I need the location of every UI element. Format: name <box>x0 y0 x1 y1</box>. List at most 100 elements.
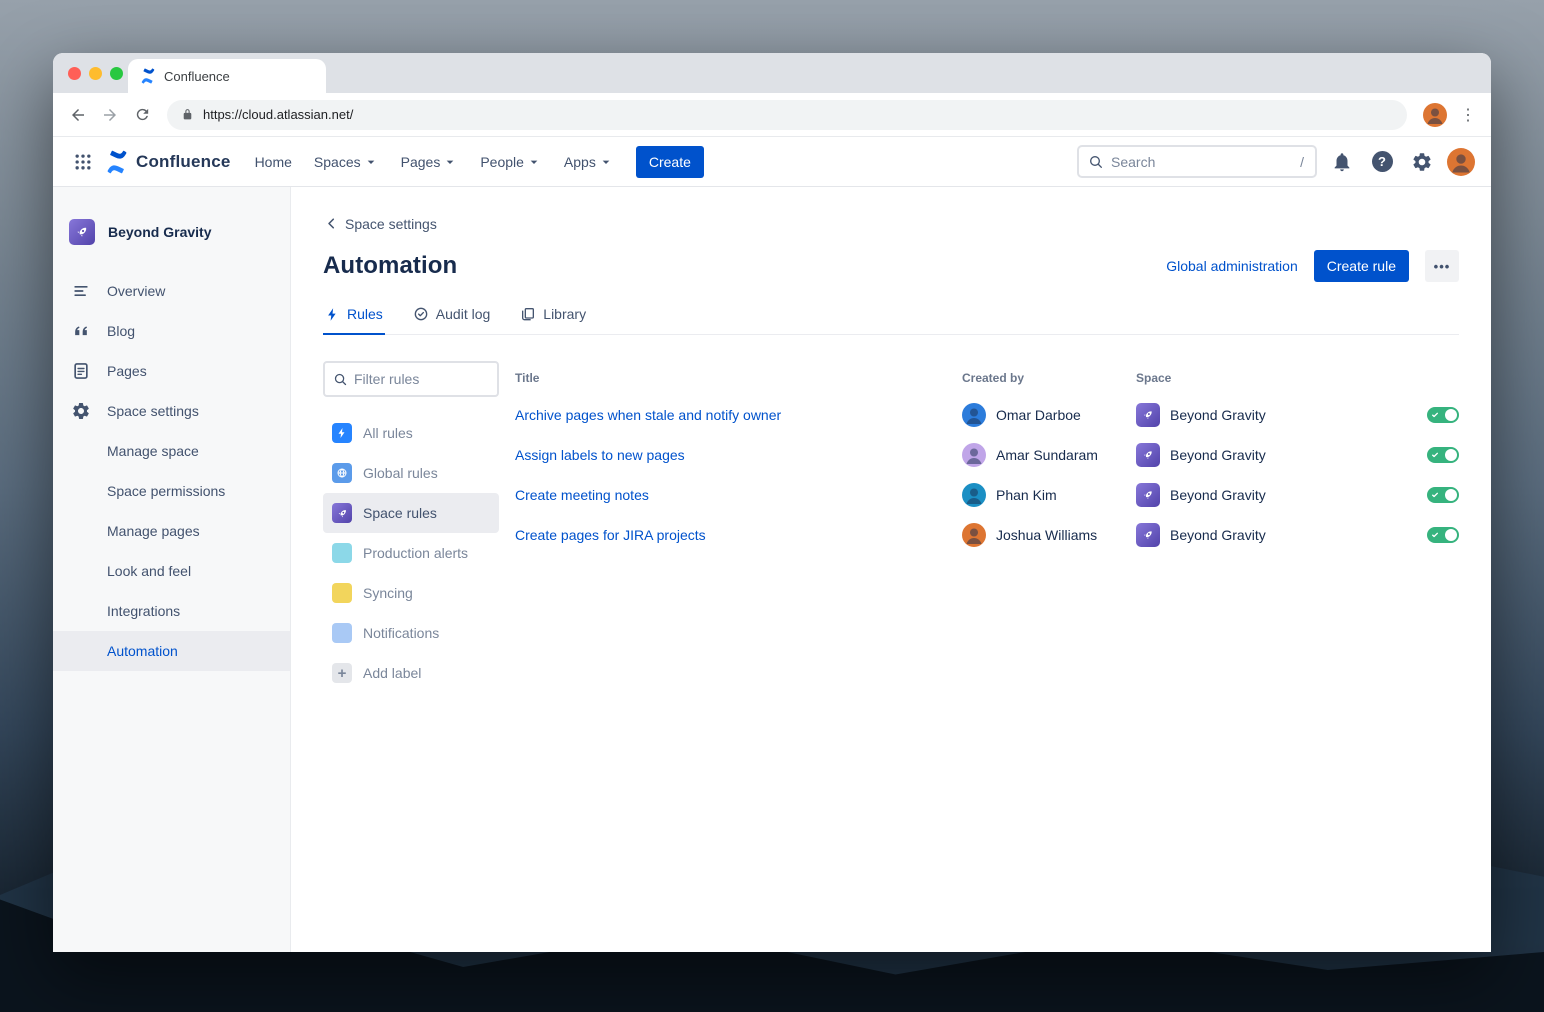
browser-profile-avatar[interactable] <box>1423 103 1447 127</box>
breadcrumb[interactable]: Space settings <box>323 215 437 232</box>
global-search[interactable]: / <box>1077 145 1317 178</box>
sidebar-item-pages[interactable]: Pages <box>53 351 290 391</box>
rule-title-link[interactable]: Assign labels to new pages <box>515 447 962 463</box>
confluence-logo[interactable]: Confluence <box>105 150 231 174</box>
table-header: Title Created by Space <box>515 361 1459 395</box>
gear-icon <box>69 401 93 421</box>
top-nav-right: / ? <box>1077 145 1475 178</box>
sidebar-item-blog[interactable]: Blog <box>53 311 290 351</box>
filter-rules-box[interactable] <box>323 361 499 397</box>
space-cell: Beyond Gravity <box>1136 443 1410 467</box>
label-all-rules[interactable]: All rules <box>323 413 499 453</box>
rule-title-link[interactable]: Create pages for JIRA projects <box>515 527 962 543</box>
user-avatar[interactable] <box>1447 148 1475 176</box>
color-swatch-icon <box>332 623 352 643</box>
browser-menu-icon[interactable]: ⋮ <box>1455 102 1481 128</box>
search-shortcut-hint: / <box>1300 154 1306 170</box>
page-header: Automation Global administration Create … <box>323 250 1459 282</box>
window-controls <box>68 67 123 80</box>
sidebar-item-space-permissions[interactable]: Space permissions <box>53 471 290 511</box>
blog-icon <box>69 321 93 341</box>
browser-window: Confluence https://cloud.atlassian.net/ … <box>53 53 1491 952</box>
rocket-icon <box>332 503 352 523</box>
space-rocket-icon <box>1136 483 1160 507</box>
sidebar-item-space-settings[interactable]: Space settings <box>53 391 290 431</box>
brand-name: Confluence <box>136 152 231 172</box>
back-button[interactable] <box>63 100 93 130</box>
browser-address-bar: https://cloud.atlassian.net/ ⋮ <box>53 93 1491 137</box>
space-cell: Beyond Gravity <box>1136 523 1410 547</box>
space-cell: Beyond Gravity <box>1136 483 1410 507</box>
avatar <box>962 403 986 427</box>
app-switcher-icon[interactable] <box>67 146 99 178</box>
search-input[interactable] <box>1111 154 1293 170</box>
rule-enabled-toggle[interactable] <box>1427 407 1459 423</box>
sidebar-item-manage-space[interactable]: Manage space <box>53 431 290 471</box>
column-title: Title <box>515 371 962 385</box>
nav-home[interactable]: Home <box>245 147 302 177</box>
close-window-button[interactable] <box>68 67 81 80</box>
globe-icon <box>332 463 352 483</box>
minimize-window-button[interactable] <box>89 67 102 80</box>
rule-enabled-toggle[interactable] <box>1427 447 1459 463</box>
rule-enabled-toggle[interactable] <box>1427 527 1459 543</box>
primary-nav: Home Spaces Pages People Apps <box>245 147 624 177</box>
table-row: Create meeting notes Phan Kim <box>515 475 1459 515</box>
rule-enabled-toggle[interactable] <box>1427 487 1459 503</box>
forward-button[interactable] <box>95 100 125 130</box>
chevron-down-icon <box>598 154 614 170</box>
label-syncing[interactable]: Syncing <box>323 573 499 613</box>
nav-spaces[interactable]: Spaces <box>304 147 389 177</box>
rule-title-link[interactable]: Archive pages when stale and notify owne… <box>515 407 962 423</box>
zoom-window-button[interactable] <box>110 67 123 80</box>
color-swatch-icon <box>332 583 352 603</box>
column-created-by: Created by <box>962 371 1136 385</box>
label-notifications[interactable]: Notifications <box>323 613 499 653</box>
sidebar-item-integrations[interactable]: Integrations <box>53 591 290 631</box>
sidebar-item-look-and-feel[interactable]: Look and feel <box>53 551 290 591</box>
lightning-icon <box>325 307 340 322</box>
main-content: Space settings Automation Global adminis… <box>291 187 1491 952</box>
add-label-button[interactable]: + Add label <box>323 653 499 693</box>
create-rule-button[interactable]: Create rule <box>1314 250 1409 282</box>
tab-audit-log[interactable]: Audit log <box>411 304 492 335</box>
space-rocket-icon <box>1136 523 1160 547</box>
sidebar-item-automation[interactable]: Automation <box>53 631 290 671</box>
check-circle-icon <box>413 306 429 322</box>
create-button[interactable]: Create <box>636 146 704 178</box>
address-bar[interactable]: https://cloud.atlassian.net/ <box>167 100 1407 130</box>
label-production-alerts[interactable]: Production alerts <box>323 533 499 573</box>
tab-rules[interactable]: Rules <box>323 304 385 335</box>
space-header[interactable]: Beyond Gravity <box>53 219 290 245</box>
nav-apps[interactable]: Apps <box>554 147 624 177</box>
filter-rules-input[interactable] <box>354 371 489 387</box>
settings-gear-icon[interactable] <box>1407 147 1437 177</box>
app-body: Beyond Gravity Overview Blog <box>53 187 1491 952</box>
reload-button[interactable] <box>127 100 157 130</box>
rule-title-link[interactable]: Create meeting notes <box>515 487 962 503</box>
column-space: Space <box>1136 371 1410 385</box>
nav-pages[interactable]: Pages <box>391 147 469 177</box>
avatar <box>962 483 986 507</box>
sidebar-item-manage-pages[interactable]: Manage pages <box>53 511 290 551</box>
nav-people[interactable]: People <box>470 147 552 177</box>
table-row: Archive pages when stale and notify owne… <box>515 395 1459 435</box>
lightning-icon <box>332 423 352 443</box>
automation-tabs: Rules Audit log Library <box>323 304 1459 335</box>
tab-library[interactable]: Library <box>518 304 588 335</box>
color-swatch-icon <box>332 543 352 563</box>
notifications-bell-icon[interactable] <box>1327 147 1357 177</box>
global-administration-link[interactable]: Global administration <box>1166 258 1298 274</box>
search-icon <box>333 372 348 387</box>
overview-icon <box>69 281 93 301</box>
plus-icon: + <box>332 663 352 683</box>
label-global-rules[interactable]: Global rules <box>323 453 499 493</box>
space-rocket-icon <box>1136 443 1160 467</box>
more-actions-button[interactable]: ••• <box>1425 250 1459 282</box>
pages-icon <box>69 361 93 381</box>
rules-filter-rail: All rules Global rules Spa <box>323 361 499 693</box>
label-space-rules[interactable]: Space rules <box>323 493 499 533</box>
sidebar-item-overview[interactable]: Overview <box>53 271 290 311</box>
browser-tab[interactable]: Confluence <box>128 59 326 93</box>
help-icon[interactable]: ? <box>1367 147 1397 177</box>
